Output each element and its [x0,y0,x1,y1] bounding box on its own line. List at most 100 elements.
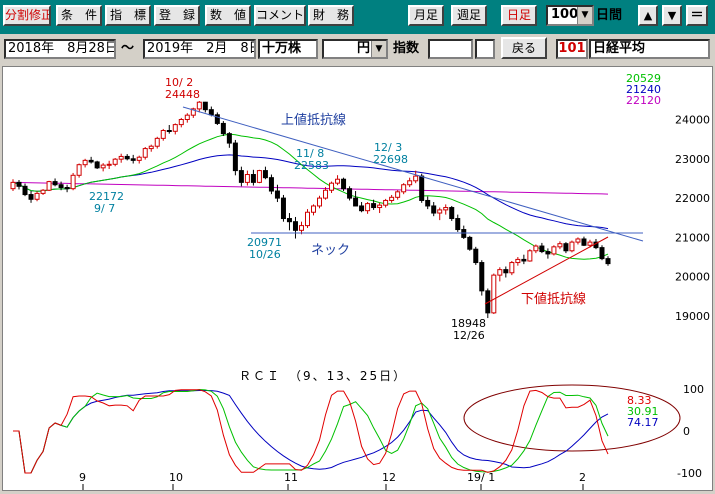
volume-unit-field: 十万株 [258,39,318,59]
candle-body [94,161,100,169]
numeric-button[interactable]: 数 値 [205,5,251,26]
oct-low-date: 10/26 [249,248,281,261]
candle-body [329,182,335,191]
candle-body [172,124,178,132]
candle-body [88,159,94,163]
candle-body [551,246,557,255]
price-tick-label: 24000 [675,114,710,127]
scroll-down-button[interactable]: ▼ [662,5,682,26]
split-adjust-button[interactable]: 分割修正 [3,5,51,26]
candle-body [268,177,274,192]
candle-body [455,218,461,231]
candle-body [431,205,437,214]
candle-body [557,243,563,248]
candle-body [359,205,365,212]
candle-body [401,184,407,193]
candle-body [292,221,298,231]
scroll-up-button[interactable]: ▲ [638,5,658,26]
candle-body [371,203,377,209]
candle-body [136,156,142,161]
candle-body [413,175,419,182]
upper-resistance-label: 上値抵抗線 [281,112,346,128]
candle-body [76,164,82,176]
ma-legend-value: 22120 [626,94,661,107]
days-unit-label: 日間 [596,8,623,23]
trend-lines [182,106,644,305]
chevron-down-icon: ▼ [371,41,386,57]
x-tick-label: 19/ 1 [467,471,495,484]
condition-button[interactable]: 条 件 [56,5,102,26]
candle-body [407,180,413,186]
back-button[interactable]: 戻る [501,37,547,59]
daily-button[interactable]: 日足 [501,5,537,26]
candle-body [106,163,112,166]
name-field: 日経平均 [589,39,710,59]
candle-body [581,238,587,246]
peak-nov-value: 22583 [294,159,329,172]
candle-body [178,119,184,126]
monthly-button[interactable]: 月足 [408,5,444,26]
financial-button[interactable]: 財 務 [308,5,354,26]
toolbar: 分割修正 条 件 指 標 登 録 数 値 コメント 財 務 月足 週足 日足 1… [0,0,715,34]
high-value: 24448 [165,88,200,101]
candle-body [341,178,347,190]
candle-body [323,189,329,199]
upper-resistance-line [182,106,644,242]
candle-body [491,274,497,314]
days-value: 100 [551,7,579,22]
days-select[interactable]: 100 ▼ [546,5,594,26]
end-date-field[interactable]: 2019年 2月 8日 [143,39,256,59]
rci-legend-value: 74.17 [627,416,659,429]
candle-body [449,207,455,220]
rci-tick-label: 0 [683,425,690,438]
candle-body [389,196,395,201]
candle-body [46,181,52,191]
low-date: 12/26 [453,329,485,342]
candle-body [479,262,485,292]
candle-body [317,197,323,207]
x-tick-label: 10 [169,471,183,484]
candle-body [10,181,16,190]
candle-body [286,218,292,223]
comment-button[interactable]: コメント [254,5,306,26]
candle-body [545,251,551,255]
weekly-button[interactable]: 週足 [451,5,487,26]
register-button[interactable]: 登 録 [154,5,200,26]
candle-body [22,185,28,196]
candle-body [232,142,238,172]
price-tick-label: 23000 [675,153,710,166]
candle-body [527,250,533,262]
x-tick-label: 12 [382,471,396,484]
candle-body [280,197,286,220]
candle-body [160,130,166,139]
candle-body [142,148,148,158]
currency-select[interactable]: 円 ▼ [322,39,388,59]
stock-chart: 9 10 11 12 19/ 1 2 24000 23000 22000 21000 20000 19… [10,72,710,490]
candle-body [82,159,88,166]
chart-panel: 9 10 11 12 19/ 1 2 24000 23000 22000 21000 20000 19… [2,66,713,491]
candle-body [124,155,130,160]
equal-button[interactable]: ＝ [686,5,708,26]
indicator-button[interactable]: 指 標 [105,5,151,26]
candle-body [443,207,449,211]
code-field[interactable]: 101 [556,39,588,59]
candle-body [575,238,581,243]
candle-body [509,262,515,274]
candle-body [377,204,383,209]
candle-body [515,258,521,264]
candle-body [539,245,545,253]
price-tick-label: 22000 [675,192,710,205]
candle-body [605,258,611,265]
peak-dec-value: 22698 [373,153,408,166]
price-tick-label: 20000 [675,271,710,284]
candle-body [347,188,353,199]
candle-body [100,164,106,169]
candle-body [365,203,371,212]
x-tick-label: 9 [79,471,86,484]
candle-body [40,189,46,194]
candle-body [473,248,479,264]
start-date-field[interactable]: 2018年 8月28日 [4,39,116,59]
tilde-label: 〜 [121,41,135,56]
candle-body [154,137,160,147]
type-label: 指数 [393,41,420,56]
